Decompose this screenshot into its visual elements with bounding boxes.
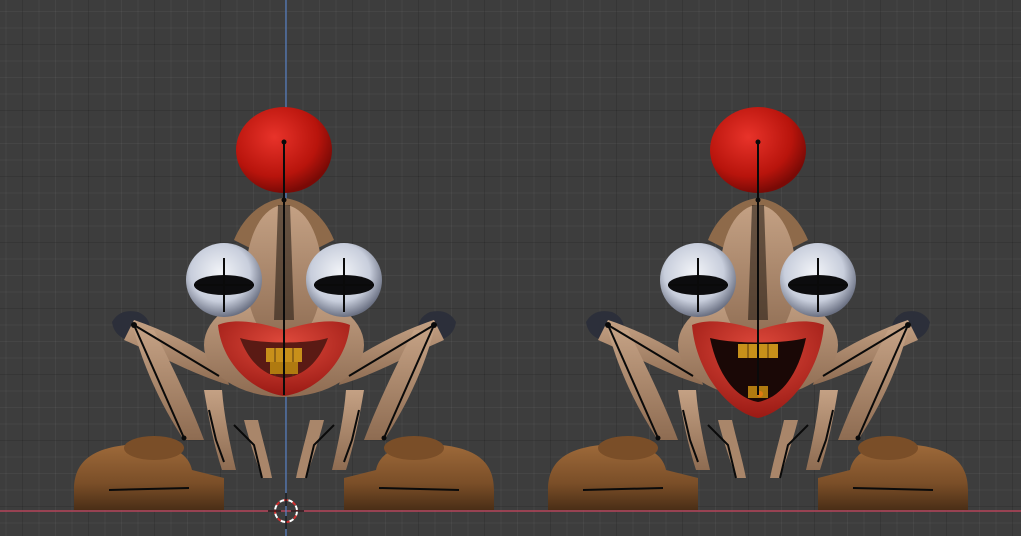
viewport-scene[interactable] (0, 0, 1021, 536)
3d-viewport[interactable] (0, 0, 1021, 536)
clown-creature-right[interactable] (548, 107, 968, 510)
clown-creature-left[interactable] (74, 107, 494, 510)
